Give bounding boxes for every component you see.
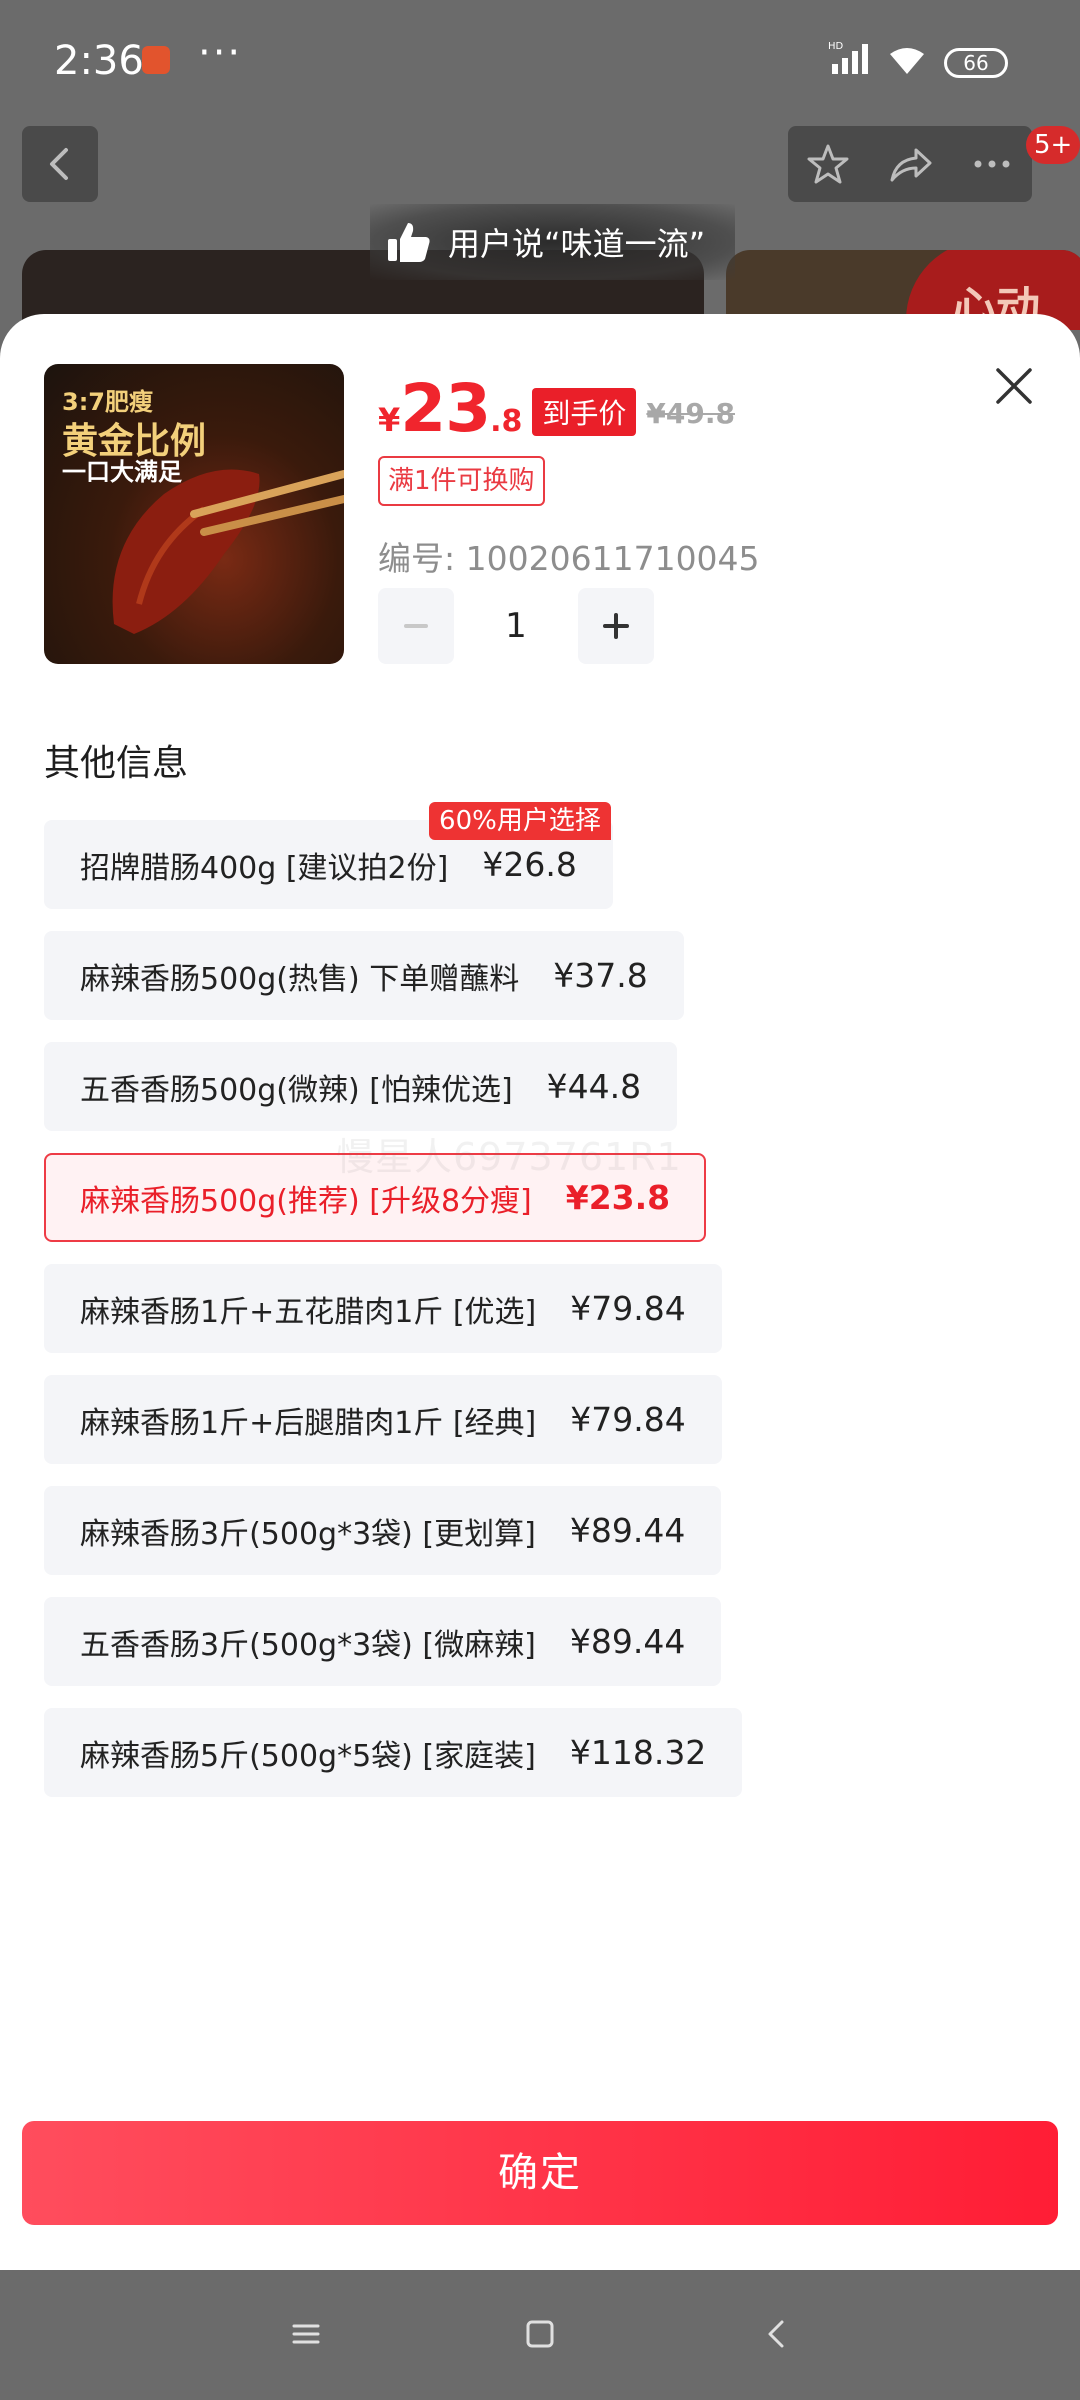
price-decimal: .8	[490, 404, 523, 439]
option-row: 麻辣香肠500g(热售) 下单赠蘸料 ¥37.8	[44, 931, 1044, 1042]
option-name: 五香香肠500g(微辣) [怕辣优选]	[80, 1072, 513, 1108]
signal-icon: HD	[828, 41, 868, 74]
praise-text: 用户说“味道一流”	[448, 225, 706, 263]
option-item[interactable]: 麻辣香肠1斤+五花腊肉1斤 [优选] ¥79.84	[44, 1264, 722, 1353]
menu-icon	[292, 2324, 320, 2344]
option-price: ¥23.8	[565, 1178, 671, 1217]
notification-app-icon	[142, 46, 170, 74]
popular-choice-badge: 60%用户选择	[429, 802, 611, 840]
message-count-badge: 5+	[1026, 126, 1080, 164]
option-row: 麻辣香肠1斤+后腿腊肉1斤 [经典] ¥79.84	[44, 1375, 1044, 1486]
option-item[interactable]: 五香香肠500g(微辣) [怕辣优选] ¥44.8	[44, 1042, 678, 1131]
option-price: ¥37.8	[553, 956, 648, 995]
wifi-icon	[890, 48, 924, 74]
close-icon	[996, 368, 1032, 404]
option-item[interactable]: 五香香肠3斤(500g*3袋) [微麻辣] ¥89.44	[44, 1597, 722, 1686]
product-thumbnail: 3:7肥瘦 黄金比例 一口大满足	[44, 364, 344, 664]
watermark: 慢星人6973761R1	[336, 1135, 682, 1179]
option-item[interactable]: 招牌腊肠400g [建议拍2份] ¥26.8 60%用户选择	[44, 802, 613, 909]
more-button[interactable]	[952, 126, 1032, 202]
final-price-tag: 到手价	[532, 388, 637, 436]
close-button[interactable]	[990, 362, 1038, 410]
option-name: 麻辣香肠3斤(500g*3袋) [更划算]	[80, 1516, 536, 1552]
original-price: ¥49.8	[646, 397, 735, 430]
option-name: 麻辣香肠500g(推荐) [升级8分瘦]	[80, 1183, 532, 1219]
menu-button[interactable]	[276, 2304, 336, 2364]
option-price: ¥89.44	[569, 1622, 686, 1661]
option-name: 五香香肠3斤(500g*3袋) [微麻辣]	[80, 1627, 536, 1663]
battery-icon: 66	[944, 48, 1008, 78]
option-price: ¥89.44	[569, 1511, 686, 1550]
option-price: ¥44.8	[546, 1067, 642, 1106]
home-square-icon	[526, 2320, 554, 2348]
praise-banner: 用户说“味道一流”	[370, 204, 736, 280]
price-row: ¥ 23 .8 到手价 ¥49.8	[378, 370, 735, 447]
option-price: ¥79.84	[570, 1289, 686, 1328]
minus-icon	[404, 624, 428, 628]
home-button[interactable]	[510, 2304, 570, 2364]
option-price: ¥26.8	[482, 845, 577, 884]
option-name: 麻辣香肠5斤(500g*5袋) [家庭装]	[80, 1738, 536, 1774]
confirm-button[interactable]: 确定	[22, 2121, 1058, 2225]
back-button[interactable]	[22, 126, 98, 202]
option-name: 麻辣香肠500g(热售) 下单赠蘸料	[80, 961, 520, 997]
status-time: 2:36	[54, 38, 144, 84]
share-icon	[890, 148, 932, 182]
option-row: 麻辣香肠1斤+五花腊肉1斤 [优选] ¥79.84	[44, 1264, 1044, 1375]
quantity-increase-button[interactable]	[578, 588, 654, 664]
background-page: 2:36 ··· HD 66 5+ 心动 用户说“味道一流”	[0, 0, 1080, 330]
option-item[interactable]: 麻辣香肠5斤(500g*5袋) [家庭装] ¥118.32	[44, 1708, 743, 1797]
option-list: 招牌腊肠400g [建议拍2份] ¥26.8 60%用户选择麻辣香肠500g(热售)…	[44, 802, 1044, 1819]
nav-back-button[interactable]	[746, 2304, 806, 2364]
option-item[interactable]: 麻辣香肠500g(热售) 下单赠蘸料 ¥37.8	[44, 931, 684, 1020]
quantity-value[interactable]: 1	[474, 588, 558, 664]
option-row: 招牌腊肠400g [建议拍2份] ¥26.8 60%用户选择	[44, 802, 1044, 931]
top-action-bar	[788, 126, 1032, 202]
option-item[interactable]: 麻辣香肠3斤(500g*3袋) [更划算] ¥89.44	[44, 1486, 722, 1575]
price-integer: 23	[400, 370, 491, 447]
option-row: 麻辣香肠5斤(500g*5袋) [家庭装] ¥118.32	[44, 1708, 1044, 1819]
section-title-other-info: 其他信息	[44, 743, 189, 784]
hd-label: HD	[828, 41, 844, 52]
option-item[interactable]: 麻辣香肠1斤+后腿腊肉1斤 [经典] ¥79.84	[44, 1375, 722, 1464]
option-name: 招牌腊肠400g [建议拍2份]	[80, 850, 449, 886]
option-row: 麻辣香肠3斤(500g*3袋) [更划算] ¥89.44	[44, 1486, 1044, 1597]
system-navigation-bar	[0, 2270, 1080, 2400]
sku-selector-sheet: 3:7肥瘦 黄金比例 一口大满足 ¥ 23 .8 到手价 ¥49.8 满1件可换…	[0, 314, 1080, 2270]
star-icon	[807, 144, 849, 184]
option-name: 麻辣香肠1斤+后腿腊肉1斤 [经典]	[80, 1405, 537, 1441]
quantity-decrease-button[interactable]	[378, 588, 454, 664]
status-bar: 2:36 ··· HD 66	[0, 0, 1080, 120]
status-more-dots: ···	[198, 30, 243, 76]
share-button[interactable]	[870, 126, 950, 202]
price-currency: ¥	[378, 401, 401, 439]
sku-number: 编号: 10020611710045	[378, 539, 760, 578]
nav-back-icon	[768, 2320, 784, 2348]
option-price: ¥79.84	[570, 1400, 686, 1439]
option-name: 麻辣香肠1斤+五花腊肉1斤 [优选]	[80, 1294, 537, 1330]
image-caption-satisfy: 一口大满足	[62, 458, 182, 486]
thumbs-up-icon	[388, 223, 430, 262]
option-row: 五香香肠3斤(500g*3袋) [微麻辣] ¥89.44	[44, 1597, 1044, 1708]
back-arrow-icon	[50, 148, 68, 180]
favorite-button[interactable]	[788, 126, 868, 202]
more-dots-icon	[974, 160, 1010, 168]
promo-badge: 满1件可换购	[378, 456, 545, 506]
plus-icon	[603, 613, 629, 639]
option-price: ¥118.32	[569, 1733, 707, 1772]
